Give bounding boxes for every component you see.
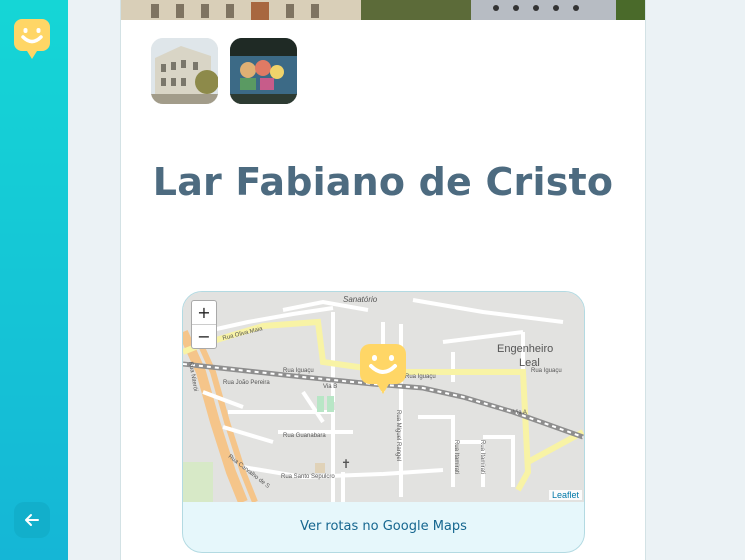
map-label-iguacu-1: Rua Iguaçu (283, 368, 314, 374)
map-label-miguel-rangel: Rua Miguel Rangel (395, 410, 401, 461)
zoom-in-button[interactable]: + (192, 301, 216, 325)
map-label-sanatorio: Sanatório (343, 295, 378, 304)
map-label-itamirati-2: Rua Itamirati (479, 440, 485, 474)
orphanage-thumbnail-mural[interactable] (230, 38, 297, 104)
map-label-engenheiro: Engenheiro (497, 343, 553, 355)
sidebar (0, 0, 68, 560)
map-label-itamirati-1: Rua Itamirati (453, 440, 459, 474)
google-maps-routes-link[interactable]: Ver rotas no Google Maps (183, 502, 584, 552)
map-label-iguacu-2: Rua Iguaçu (405, 374, 436, 380)
orphanage-title: Lar Fabiano de Cristo (152, 160, 614, 204)
orphanage-details-card: Lar Fabiano de Cristo ✝ Sanatório Rua Ol… (120, 0, 646, 560)
svg-text:✝: ✝ (341, 457, 351, 471)
map-label-leal: Leal (519, 357, 540, 369)
map-label-via-b: Via B (323, 384, 337, 390)
happy-logo-icon[interactable] (14, 19, 50, 60)
location-map[interactable]: ✝ Sanatório Rua Oliva Maia Rua Iguaçu Ru… (183, 292, 584, 504)
happy-face-marker-icon[interactable] (360, 344, 406, 396)
map-label-joao-pereira: Rua João Pereira (223, 380, 270, 386)
map-label-santo-sepulcro: Rua Santo Sepulcro (281, 474, 335, 480)
main-photo (121, 0, 645, 20)
map-label-guanabara: Rua Guanabara (283, 433, 326, 439)
map-label-via-a: Via A (513, 410, 527, 416)
map-container: ✝ Sanatório Rua Oliva Maia Rua Iguaçu Ru… (182, 291, 585, 553)
back-button[interactable] (14, 502, 50, 538)
zoom-out-button[interactable]: − (192, 325, 216, 348)
arrow-left-icon (25, 514, 39, 526)
map-attribution-link[interactable]: Leaflet (548, 490, 582, 500)
zoom-control: + − (191, 300, 217, 349)
orphanage-thumbnail-building[interactable] (151, 38, 218, 104)
